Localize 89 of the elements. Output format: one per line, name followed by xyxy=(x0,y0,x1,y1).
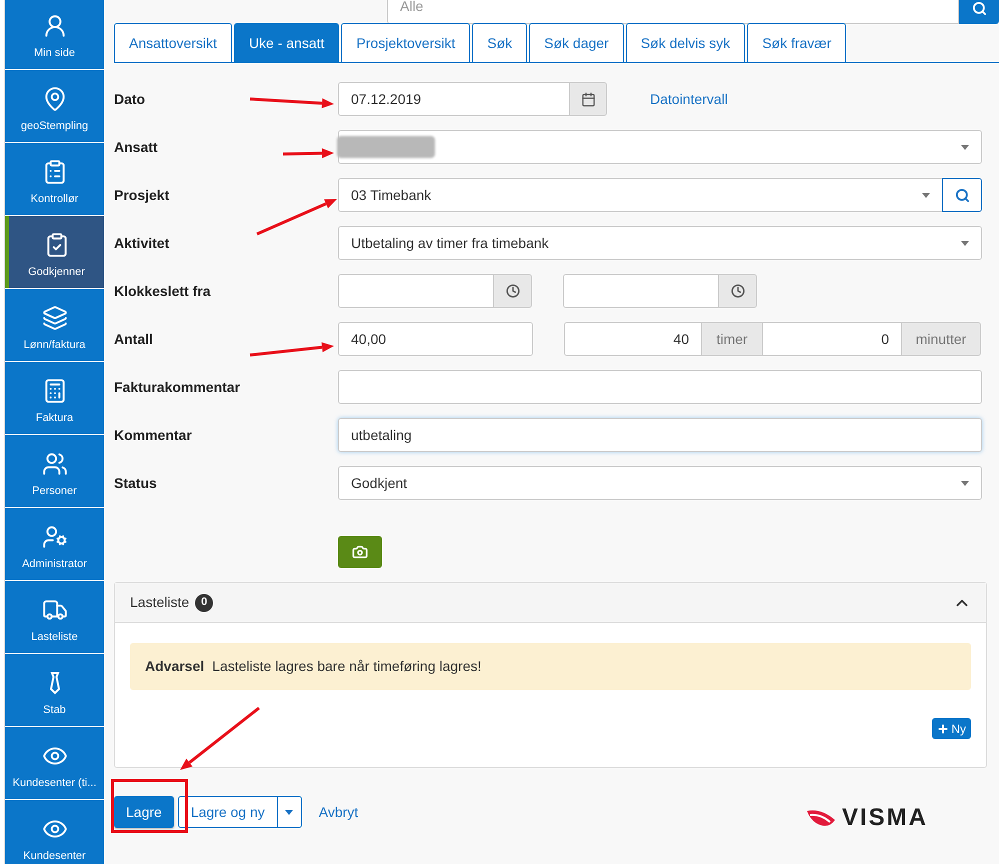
hours-field[interactable]: 40 xyxy=(564,322,702,356)
sidebar-item[interactable]: Lønn/faktura xyxy=(5,289,104,361)
tab[interactable]: Søk dager xyxy=(529,23,624,62)
tab[interactable]: Uke - ansatt xyxy=(234,23,340,62)
camera-button[interactable] xyxy=(338,536,382,568)
new-button[interactable]: Ny xyxy=(932,718,971,739)
calendar-button[interactable] xyxy=(569,82,607,116)
search-field[interactable]: Alle xyxy=(387,0,959,24)
tab[interactable]: Søk fravær xyxy=(747,23,846,62)
field-label: Prosjekt xyxy=(114,186,170,205)
field-label: Fakturakommentar xyxy=(114,378,240,396)
tab[interactable]: Ansattoversikt xyxy=(114,23,232,62)
money-stack-icon xyxy=(42,304,68,330)
sidebar-label: Administrator xyxy=(22,556,87,572)
sidebar-item[interactable]: Kundesenter (ti... xyxy=(5,727,104,799)
logo-icon xyxy=(806,808,836,828)
count-badge: 0 xyxy=(195,594,214,612)
sidebar-label: Kontrollør xyxy=(30,192,78,206)
quantity-field[interactable]: 40,00 xyxy=(338,322,533,356)
date-interval-link[interactable]: Datointervall xyxy=(650,88,728,110)
logo-text: VISMA xyxy=(842,806,928,830)
sidebar-label: Faktura xyxy=(36,410,74,426)
sidebar-label: Godkjenner xyxy=(28,264,85,280)
warning-text: Lasteliste lagres bare når timeføring lagres! xyxy=(212,657,482,676)
save-and-new-button[interactable]: Lagre og ny xyxy=(178,796,278,828)
panel-title: Lasteliste xyxy=(130,593,190,612)
sidebar-item[interactable]: Lasteliste xyxy=(5,581,104,653)
date-field[interactable]: 07.12.2019 xyxy=(338,82,570,116)
search-button[interactable] xyxy=(959,0,999,24)
field-label: Aktivitet xyxy=(114,234,170,252)
field-label: Dato xyxy=(114,90,146,108)
tab[interactable]: Søk xyxy=(472,23,528,62)
annotation-arrow xyxy=(282,148,334,158)
sidebar-label: Lønn/faktura xyxy=(24,338,86,352)
time-field[interactable] xyxy=(563,274,719,308)
sidebar-label: Kundesenter (ti... xyxy=(12,776,96,790)
camera-icon xyxy=(352,544,368,560)
tab[interactable]: Prosjektoversikt xyxy=(341,23,470,62)
minutes-unit[interactable]: minutter xyxy=(901,322,981,356)
calendar-icon xyxy=(580,92,596,106)
plus-icon xyxy=(937,722,950,734)
sidebar-label: Personer xyxy=(32,484,77,498)
caret-icon xyxy=(961,240,969,246)
time-field[interactable] xyxy=(338,274,494,308)
select-field[interactable]: Utbetaling av timer fra timebank xyxy=(338,226,982,260)
search-icon xyxy=(954,188,970,202)
sidebar-item[interactable]: Faktura xyxy=(5,362,104,434)
sidebar-label: Kundesenter xyxy=(23,848,86,864)
sidebar-item[interactable]: Stab xyxy=(5,654,104,726)
clock-button[interactable] xyxy=(718,274,757,308)
field-label: Ansatt xyxy=(114,138,158,156)
clock-button[interactable] xyxy=(493,274,532,308)
field-label: Status xyxy=(114,474,157,492)
caret-icon xyxy=(922,192,930,198)
dropdown-button[interactable] xyxy=(276,796,302,828)
sidebar-label: Min side xyxy=(34,46,75,60)
clock-icon xyxy=(506,284,520,298)
user-gear-icon xyxy=(42,524,68,550)
field-label: Antall xyxy=(114,330,153,348)
select-field[interactable]: 03 Timebank xyxy=(338,178,943,212)
field-label: Kommentar xyxy=(114,426,192,444)
hours-unit[interactable]: timer xyxy=(701,322,763,356)
text-field[interactable] xyxy=(338,370,982,404)
sidebar-item[interactable]: Personer xyxy=(5,435,104,507)
sidebar-label: geoStempling xyxy=(20,118,88,134)
sidebar-item[interactable]: geoStempling xyxy=(5,70,104,142)
text-field[interactable]: utbetaling xyxy=(338,418,982,452)
tab[interactable]: Søk delvis syk xyxy=(626,23,746,62)
sidebar-item[interactable]: Administrator xyxy=(5,508,104,580)
minutes-field[interactable]: 0 xyxy=(762,322,902,356)
warning-title: Advarsel xyxy=(145,657,204,676)
people-icon xyxy=(42,450,68,476)
sidebar-item[interactable]: Kontrollør xyxy=(5,143,104,215)
select-field[interactable]: Godkjent xyxy=(338,466,982,500)
sidebar-item[interactable]: Kundesenter xyxy=(5,800,104,864)
field-label: Klokkeslett fra xyxy=(114,282,210,300)
select-field[interactable] xyxy=(338,130,982,164)
caret-icon xyxy=(961,144,969,150)
clock-icon xyxy=(730,284,744,298)
caret-icon xyxy=(285,810,294,814)
sidebar-item[interactable]: Min side xyxy=(5,0,104,69)
search-icon xyxy=(972,1,986,16)
sidebar-item[interactable]: Godkjenner xyxy=(5,216,104,288)
cancel-link[interactable]: Avbryt xyxy=(318,802,358,822)
sidebar-label: Lasteliste xyxy=(31,630,78,644)
caret-icon xyxy=(961,480,969,486)
search-button[interactable] xyxy=(942,178,982,212)
save-button[interactable]: Lagre xyxy=(114,796,174,828)
sidebar-label: Stab xyxy=(43,702,66,718)
